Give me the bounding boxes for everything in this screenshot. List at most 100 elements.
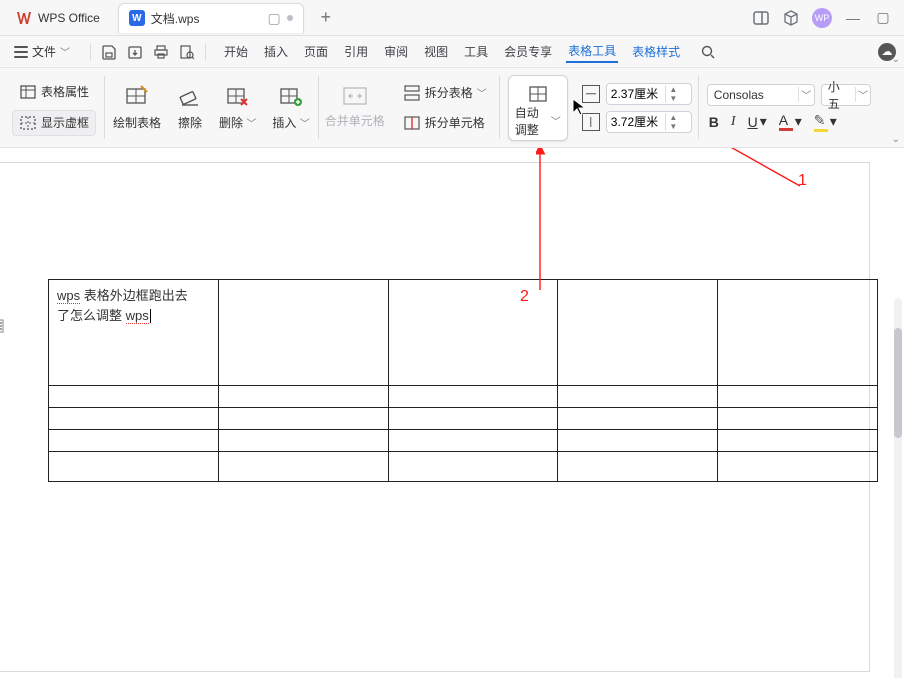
table-properties-icon (19, 83, 37, 101)
delete-label: 删除 (219, 116, 243, 130)
table-properties-label: 表格属性 (41, 83, 89, 100)
auto-fit-label: 自动调整 (515, 104, 549, 138)
maximize-button[interactable]: ▢ (874, 9, 892, 27)
font-color-button[interactable]: A▾ (779, 112, 802, 131)
ribbon-tabs: 开始 插入 页面 引用 审阅 视图 工具 会员专享 表格工具 表格样式 (222, 40, 682, 63)
quick-access-toolbar (90, 44, 206, 60)
document-area: wps 表格外边框跑出去 了怎么调整 wps 1 2 (0, 148, 904, 678)
app-tab-home[interactable]: WPS Office (6, 3, 114, 33)
cube-icon[interactable] (782, 9, 800, 27)
annotation-1: 1 (798, 172, 807, 190)
tab-reference[interactable]: 引用 (342, 41, 370, 62)
merge-cells-label: 合并单元格 (325, 112, 385, 129)
erase-label: 擦除 (178, 114, 202, 131)
table-properties-button[interactable]: 表格属性 (13, 80, 95, 104)
chevron-down-icon[interactable]: ﹀ (798, 87, 814, 102)
highlight-button[interactable]: ✎▾ (814, 112, 837, 132)
group-font: Consolas ﹀ 小五 ﹀ B I U▾ A▾ ✎▾ (699, 68, 879, 147)
document-name: 文档.wps (151, 10, 200, 27)
user-avatar[interactable]: WP (812, 8, 832, 28)
stepper-down-icon[interactable]: ▼ (666, 122, 681, 131)
bold-button[interactable]: B (709, 114, 719, 130)
print-icon[interactable] (153, 44, 169, 60)
collapse-ribbon-icon[interactable]: ⌄ (892, 54, 900, 65)
auto-fit-icon (527, 84, 549, 104)
erase-button[interactable]: 擦除 (169, 68, 211, 147)
save-icon[interactable] (101, 44, 117, 60)
minimize-button[interactable]: — (844, 9, 862, 27)
insert-row-icon (278, 84, 304, 110)
draw-table-button[interactable]: 绘制表格 (105, 68, 169, 147)
tab-vip[interactable]: 会员专享 (502, 41, 554, 62)
chevron-down-icon: ﹀ (246, 119, 256, 130)
chevron-down-icon: ﹀ (60, 44, 70, 59)
wps-logo-icon (16, 10, 32, 26)
font-name-combo[interactable]: Consolas ﹀ (707, 84, 815, 106)
window-restore-icon[interactable]: ▢ (267, 10, 280, 27)
font-size-value: 小五 (822, 78, 856, 112)
titlebar: WPS Office W 文档.wps ▢ + WP — ▢ (0, 0, 904, 36)
insert-label: 插入 (272, 116, 296, 130)
tab-view[interactable]: 视图 (422, 41, 450, 62)
chevron-down-icon: ▾ (830, 113, 837, 130)
vertical-scrollbar[interactable] (894, 298, 902, 678)
export-icon[interactable] (127, 44, 143, 60)
col-width-input[interactable]: ▲▼ (606, 111, 692, 133)
tab-review[interactable]: 审阅 (382, 41, 410, 62)
delete-dropdown[interactable]: 删除 ﹀ (211, 68, 264, 147)
font-size-combo[interactable]: 小五 ﹀ (821, 84, 871, 106)
document-tab[interactable]: W 文档.wps ▢ (118, 3, 304, 33)
preview-icon[interactable] (179, 44, 195, 60)
draw-table-label: 绘制表格 (113, 114, 161, 131)
panel-icon[interactable] (752, 9, 770, 27)
modified-dot-icon (287, 15, 293, 21)
stepper-down-icon[interactable]: ▼ (666, 94, 681, 103)
new-tab-button[interactable]: + (312, 4, 340, 32)
row-height-icon (582, 85, 600, 103)
draw-table-icon (124, 84, 150, 110)
insert-dropdown[interactable]: 插入 ﹀ (264, 68, 317, 147)
italic-button[interactable]: I (731, 114, 736, 130)
split-group: 拆分表格 ﹀ 拆分单元格 (391, 68, 499, 147)
chevron-down-icon: ▾ (795, 113, 802, 130)
tab-tools[interactable]: 工具 (462, 41, 490, 62)
delete-table-icon (225, 84, 251, 110)
file-menu[interactable]: 文件 ﹀ (8, 41, 76, 62)
split-table-label: 拆分表格 (425, 84, 473, 101)
hamburger-icon (14, 46, 28, 58)
tab-start[interactable]: 开始 (222, 41, 250, 62)
row-height-input[interactable]: ▲▼ (606, 83, 692, 105)
annotation-arrows (0, 148, 904, 678)
eraser-icon (177, 84, 203, 110)
chevron-down-icon[interactable]: ﹀ (855, 87, 869, 102)
stepper-up-icon[interactable]: ▲ (666, 113, 681, 122)
col-width-icon (582, 113, 600, 131)
tab-page[interactable]: 页面 (302, 41, 330, 62)
chevron-down-icon: ﹀ (477, 85, 487, 100)
chevron-down-icon: ﹀ (551, 113, 561, 128)
col-width-field[interactable] (607, 115, 665, 129)
plus-icon: + (320, 7, 331, 28)
chevron-down-icon: ﹀ (300, 119, 310, 130)
split-table-icon (403, 84, 421, 102)
split-cells-label: 拆分单元格 (425, 114, 485, 131)
split-cells-icon (403, 114, 421, 132)
group-table-properties: 表格属性 显示虚框 (0, 68, 104, 147)
stepper-up-icon[interactable]: ▲ (666, 85, 681, 94)
annotation-2: 2 (520, 288, 529, 306)
tab-table-tools[interactable]: 表格工具 (566, 40, 618, 63)
split-cells-button[interactable]: 拆分单元格 (397, 111, 491, 135)
row-height-field[interactable] (607, 87, 665, 101)
titlebar-tools: WP — ▢ (752, 8, 898, 28)
scrollbar-thumb[interactable] (894, 328, 902, 438)
search-icon[interactable] (700, 44, 716, 60)
auto-fit-dropdown[interactable]: 自动调整﹀ (508, 75, 568, 141)
split-table-dropdown[interactable]: 拆分表格 ﹀ (397, 81, 493, 105)
menubar: 文件 ﹀ 开始 插入 页面 引用 审阅 视图 工具 会员专享 表格工具 表格样式… (0, 36, 904, 68)
show-gridlines-button[interactable]: 显示虚框 (12, 110, 96, 136)
tab-insert[interactable]: 插入 (262, 41, 290, 62)
merge-cells-icon (342, 86, 368, 106)
underline-button[interactable]: U▾ (748, 113, 767, 130)
tab-table-style[interactable]: 表格样式 (630, 41, 682, 62)
expand-ribbon-icon[interactable]: ⌄ (892, 134, 900, 145)
